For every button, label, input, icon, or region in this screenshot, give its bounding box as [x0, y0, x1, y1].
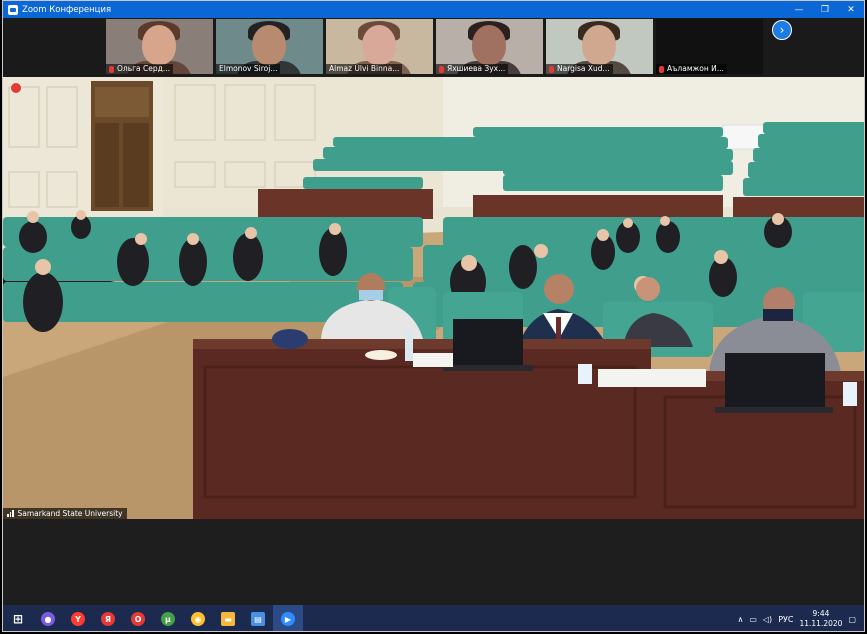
clock-time: 9:44 [812, 609, 830, 618]
participant-tile[interactable]: Ольга Серд... [106, 19, 213, 74]
taskbar-yandex-browser-icon[interactable]: Y [63, 605, 93, 631]
muted-mic-icon [659, 65, 664, 73]
notification-icon[interactable]: ▢ [848, 615, 856, 624]
participant-tile[interactable]: Almaz Ülvi Binna... [326, 19, 433, 74]
title-bar[interactable]: Zoom Конференция — ❐ ✕ [3, 1, 864, 18]
participant-name: Almaz Ülvi Binna... [326, 64, 403, 74]
recording-icon [11, 83, 21, 93]
windows-taskbar: ⊞ ● Y Я Oµ ◉ ▬ ▤ ▶ ∧ ▭ ◁) РУС 9:44 11.11.2020 ▢ [3, 605, 864, 631]
participant-name: Аъламжон И... [656, 64, 727, 74]
participant-video [362, 25, 396, 65]
taskbar-windows-start-icon[interactable]: ⊞ [3, 605, 33, 631]
conference-hall-scene [3, 77, 864, 519]
taskbar-opera-icon[interactable]: O [123, 605, 153, 631]
camera-label: Samarkand State University [3, 508, 127, 519]
participant-video [582, 25, 616, 65]
main-video[interactable]: Samarkand State University [3, 77, 864, 519]
system-tray: ∧ ▭ ◁) РУС 9:44 11.11.2020 ▢ [737, 605, 856, 631]
participant-tile[interactable]: Яхшиева Зух... [436, 19, 543, 74]
taskbar-yandex-icon[interactable]: Я [93, 605, 123, 631]
close-icon[interactable]: ✕ [838, 1, 864, 18]
participant-tile[interactable]: Elmonov Siroj... [216, 19, 323, 74]
zoom-app-icon [8, 4, 18, 15]
muted-mic-icon [549, 65, 554, 73]
minimize-icon[interactable]: — [786, 1, 812, 18]
participant-name: Nargisa Xud... [546, 64, 613, 74]
muted-mic-icon [109, 65, 114, 73]
clock-date: 11.11.2020 [799, 619, 843, 628]
muted-mic-icon [439, 65, 444, 73]
window-title: Zoom Конференция [22, 4, 112, 15]
participant-name: Elmonov Siroj... [216, 64, 281, 74]
participant-video [142, 25, 176, 65]
volume-icon[interactable]: ◁) [763, 615, 772, 624]
camera-label-text: Samarkand State University [17, 509, 123, 518]
taskbar-zoom-icon[interactable]: ▶ [273, 605, 303, 631]
restore-icon[interactable]: ❐ [812, 1, 838, 18]
participant-name: Яхшиева Зух... [436, 64, 509, 74]
taskbar-chrome-icon[interactable]: ◉ [183, 605, 213, 631]
next-page-arrow-icon[interactable]: › [772, 20, 792, 40]
participant-video [252, 25, 286, 65]
tray-expand-icon[interactable]: ∧ [737, 615, 743, 624]
participant-strip: Ольга Серд... Elmonov Siroj... Almaz Ülvi … [3, 18, 864, 77]
participant-name: Ольга Серд... [106, 64, 173, 74]
taskbar-utorrent-icon[interactable]: µ [153, 605, 183, 631]
taskbar-notepad-icon[interactable]: ▤ [243, 605, 273, 631]
network-icon[interactable]: ▭ [749, 615, 757, 624]
participant-tile[interactable]: Nargisa Xud... [546, 19, 653, 74]
taskbar-search-icon[interactable]: ● [33, 605, 63, 631]
taskbar-file-explorer-icon[interactable]: ▬ [213, 605, 243, 631]
participant-video [472, 25, 506, 65]
zoom-window: Zoom Конференция — ❐ ✕ Ольга Серд... Elmo… [2, 0, 865, 632]
participant-tile[interactable]: Аъламжон И... [656, 19, 763, 74]
language-indicator[interactable]: РУС [778, 615, 793, 624]
clock[interactable]: 9:44 11.11.2020 [799, 609, 842, 629]
signal-bars-icon [7, 510, 14, 517]
